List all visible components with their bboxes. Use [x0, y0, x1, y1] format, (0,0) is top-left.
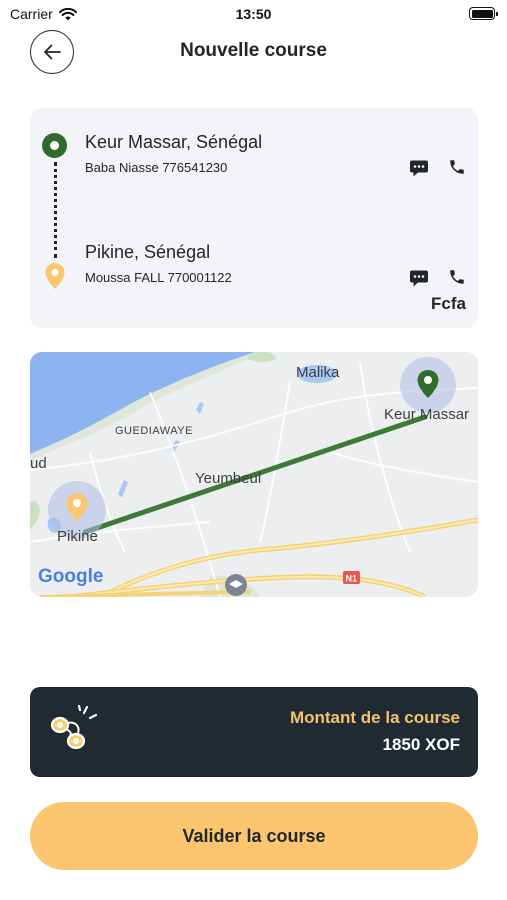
map-label-guediawaye: GUEDIAWAYE [115, 425, 193, 437]
currency-label: Fcfa [431, 294, 466, 313]
origin-place: Keur Massar, Sénégal [85, 132, 263, 152]
keur-massar-marker[interactable] [400, 357, 456, 413]
destination-place: Pikine, Sénégal [85, 242, 211, 262]
origin-pin-icon [42, 133, 67, 158]
google-logo: Google [38, 566, 103, 587]
map-label-yeumbeul: Yeumbeul [195, 470, 261, 487]
battery-icon [469, 7, 498, 20]
coins-icon [50, 705, 98, 750]
status-bar: Carrier 13:50 [0, 0, 507, 28]
trip-card: Keur Massar, Sénégal Baba Niasse 7765412… [30, 108, 478, 328]
destination-pin-icon [45, 263, 65, 289]
destination-call-button[interactable] [446, 266, 468, 288]
origin-message-button[interactable] [408, 157, 430, 179]
route-map[interactable]: Malika Keur Massar GUEDIAWAYE Yeumbeul P… [30, 352, 478, 597]
map-canvas: Malika Keur Massar GUEDIAWAYE Yeumbeul P… [30, 352, 478, 597]
chat-bubble-icon [410, 160, 428, 176]
map-label-keur-massar: Keur Massar [384, 406, 469, 423]
road-badge-label: N1 [346, 574, 358, 584]
amount-card: Montant de la course 1850 XOF [30, 687, 478, 777]
amount-value: 1850 XOF [382, 735, 461, 754]
route-connector [54, 162, 57, 258]
page-title: Nouvelle course [180, 40, 327, 61]
chat-bubble-icon [410, 270, 428, 286]
phone-icon [450, 270, 464, 284]
origin-call-button[interactable] [446, 156, 468, 178]
map-label-malika: Malika [296, 364, 340, 381]
phone-icon [450, 160, 464, 174]
destination-contact: Moussa FALL 770001122 [85, 270, 232, 285]
map-label-partial: ud [30, 455, 47, 472]
origin-contact: Baba Niasse 776541230 [85, 160, 228, 175]
destination-message-button[interactable] [408, 267, 430, 289]
status-time: 13:50 [235, 6, 272, 22]
validate-course-button[interactable]: Valider la course [30, 802, 478, 870]
battery-level [471, 9, 493, 18]
map-label-pikine: Pikine [57, 528, 98, 545]
amount-label: Montant de la course [289, 708, 460, 727]
